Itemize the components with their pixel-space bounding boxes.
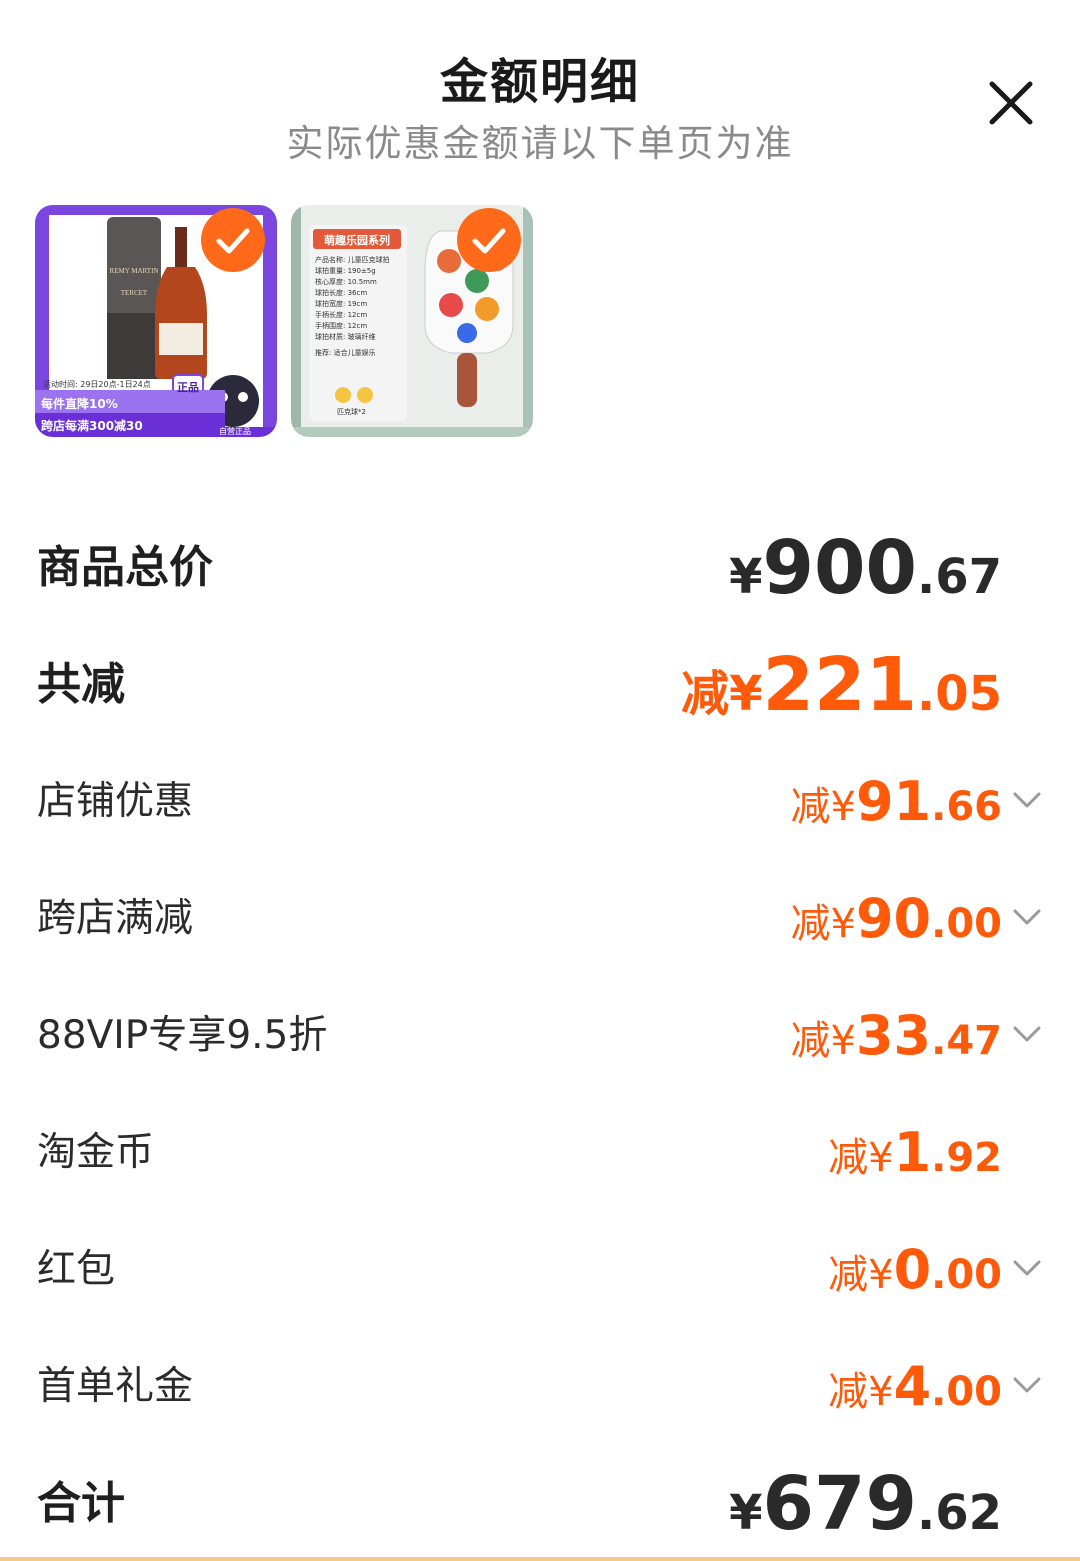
spec-line: 球拍材质: 玻璃纤维 xyxy=(315,333,376,341)
row-label: 淘金币 xyxy=(37,1130,155,1175)
total-price-amount: ¥900.67 xyxy=(729,525,1002,611)
row-red-packet[interactable]: 红包 减¥0.00 xyxy=(37,1230,1080,1310)
spec-line: 球拍重量: 190±5g xyxy=(315,267,376,275)
page-subtitle: 实际优惠金额请以下单页为准 xyxy=(286,122,794,165)
discount-total-amount: 减¥221.05 xyxy=(681,642,1002,728)
vip-discount-amount: 减¥33.47 xyxy=(790,1004,1002,1067)
spec-line: 手柄长度: 12cm xyxy=(315,311,368,319)
row-first-order-gift[interactable]: 首单礼金 减¥4.00 xyxy=(37,1347,1080,1427)
row-label: 店铺优惠 xyxy=(37,779,194,824)
first-order-gift-amount: 减¥4.00 xyxy=(828,1355,1002,1418)
grand-total-amount: ¥679.62 xyxy=(729,1461,1002,1547)
row-label: 商品总价 xyxy=(37,542,213,593)
spec-recommend: 推荐: 适合儿童娱乐 xyxy=(315,349,376,357)
spec-line: 产品名称: 儿童匹克球拍 xyxy=(315,256,390,264)
row-label: 合计 xyxy=(37,1478,125,1529)
self-operated-tag: 自营正品 xyxy=(219,427,251,436)
chevron-down-icon[interactable] xyxy=(1012,1375,1042,1395)
row-total-price: 商品总价 ¥900.67 xyxy=(37,528,1080,608)
promo-line-1: 每件直降10% xyxy=(41,397,118,411)
row-label: 88VIP专享9.5折 xyxy=(37,1013,328,1058)
chevron-down-icon[interactable] xyxy=(1012,1024,1042,1044)
cross-store-discount-amount: 减¥90.00 xyxy=(790,887,1002,950)
series-title: 萌趣乐园系列 xyxy=(324,234,390,247)
taojinbi-amount: 减¥1.92 xyxy=(828,1121,1002,1184)
product-brand-text: REMY MARTIN xyxy=(109,267,159,275)
spec-line: 球拍宽度: 19cm xyxy=(315,300,368,308)
selected-badge[interactable] xyxy=(457,208,521,272)
row-label: 首单礼金 xyxy=(37,1364,194,1409)
row-label: 跨店满减 xyxy=(37,896,194,941)
row-cross-store-discount[interactable]: 跨店满减 减¥90.00 xyxy=(37,879,1080,959)
row-label: 共减 xyxy=(37,659,125,710)
row-taojinbi: 淘金币 减¥1.92 xyxy=(37,1113,1080,1193)
row-discount-total: 共减 减¥221.05 xyxy=(37,645,1080,725)
product-model-text: TERCET xyxy=(120,289,148,297)
spec-line: 球拍长度: 36cm xyxy=(315,289,368,297)
product-thumbnail-cognac[interactable]: REMY MARTIN TERCET 活动时间: 29日20点-1日24点 正品… xyxy=(35,205,277,437)
bottom-edge xyxy=(0,1557,1080,1561)
ball-text: 匹克球*2 xyxy=(337,408,366,416)
row-label: 红包 xyxy=(37,1247,116,1292)
selected-badge[interactable] xyxy=(201,208,265,272)
close-icon xyxy=(989,81,1033,125)
chevron-down-icon[interactable] xyxy=(1012,907,1042,927)
product-thumbnail-paddle[interactable]: 萌趣乐园系列 产品名称: 儿童匹克球拍 球拍重量: 190±5g 核心厚度: 1… xyxy=(291,205,533,437)
shop-discount-amount: 减¥91.66 xyxy=(790,770,1002,833)
close-button[interactable] xyxy=(982,74,1040,132)
chevron-down-icon[interactable] xyxy=(1012,790,1042,810)
row-vip-discount[interactable]: 88VIP专享9.5折 减¥33.47 xyxy=(37,996,1080,1076)
amount-detail-sheet: 金额明细 实际优惠金额请以下单页为准 REMY MARTIN TERCET 活动… xyxy=(0,0,1080,1561)
spec-line: 核心厚度: 10.5mm xyxy=(315,278,377,286)
promo-line-2: 跨店每满300减30 xyxy=(41,419,143,433)
spec-list: 产品名称: 儿童匹克球拍 球拍重量: 190±5g 核心厚度: 10.5mm 球… xyxy=(315,255,390,359)
promo-time-text: 活动时间: 29日20点-1日24点 xyxy=(43,380,151,389)
check-icon xyxy=(472,228,506,254)
spec-line: 手柄围度: 12cm xyxy=(315,322,368,330)
page-title: 金额明细 xyxy=(439,54,640,110)
red-packet-amount: 减¥0.00 xyxy=(828,1238,1002,1301)
check-icon xyxy=(216,228,250,254)
row-grand-total: 合计 ¥679.62 xyxy=(37,1464,1080,1544)
chevron-down-icon[interactable] xyxy=(1012,1258,1042,1278)
row-shop-discount[interactable]: 店铺优惠 减¥91.66 xyxy=(37,762,1080,842)
genuine-tag: 正品 xyxy=(177,381,199,394)
